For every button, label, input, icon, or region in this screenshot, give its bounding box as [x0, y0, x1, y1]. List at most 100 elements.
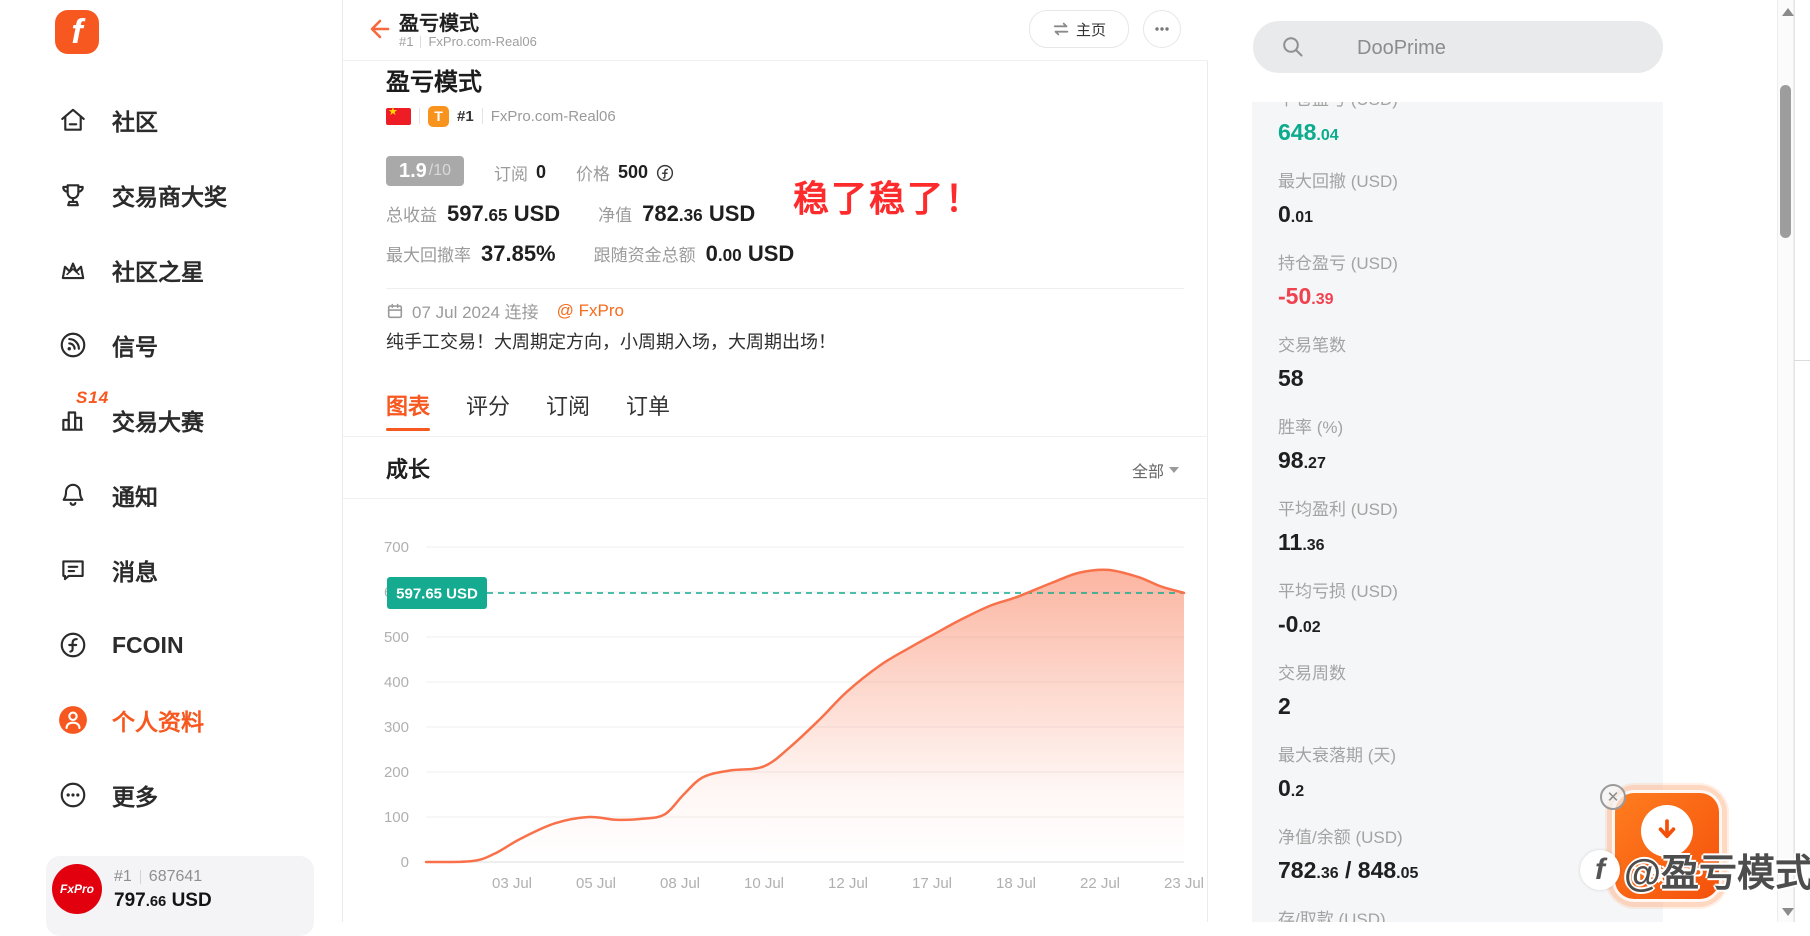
stat-value: 58 — [1278, 365, 1304, 391]
tab-rating[interactable]: 评分 — [466, 389, 510, 421]
more-icon — [58, 780, 88, 810]
stat-value: -0.02 — [1278, 611, 1321, 637]
sidebar-item-trading-contest[interactable]: 交易大赛 — [0, 403, 342, 437]
sidebar-item-fcoin[interactable]: FCOIN — [0, 628, 342, 662]
close-icon[interactable]: ✕ — [1600, 784, 1626, 810]
active-tab-underline — [386, 428, 430, 431]
stat-label: 最大回撤 (USD) — [1278, 172, 1398, 191]
signal-icon — [58, 330, 88, 360]
scrollbar-thumb[interactable] — [1780, 85, 1791, 238]
total-profit-label: 总收益 — [386, 206, 437, 225]
profile-rank: #1 — [457, 107, 474, 125]
calendar-icon — [387, 303, 403, 318]
followme-logo-icon[interactable]: f — [55, 10, 99, 54]
sidebar-item-notifications[interactable]: 通知 — [0, 478, 342, 512]
stat-value: 98.27 — [1278, 447, 1326, 473]
divider — [139, 870, 141, 884]
sidebar-item-more[interactable]: 更多 — [0, 778, 342, 812]
right-panel: 平仓盈亏 (USD) 648.04 最大回撤 (USD) 0.01 持仓盈亏 (… — [1208, 0, 1810, 922]
user-rank-id: #1 687641 — [114, 868, 202, 886]
stat-label: 平均盈利 (USD) — [1278, 500, 1398, 519]
divider — [386, 288, 1184, 289]
broker-link[interactable]: @ FxPro — [557, 301, 624, 321]
header-account: FxPro.com-Real06 — [428, 34, 537, 49]
svg-text:700: 700 — [384, 539, 409, 556]
watermark: f @盈亏模式 — [1580, 842, 1810, 897]
sidebar-item-community[interactable]: 社区 — [0, 103, 342, 137]
scrollbar-down-arrow[interactable] — [1782, 908, 1794, 916]
message-icon — [58, 555, 88, 585]
tab-bar: 图表 评分 订阅 订单 — [386, 389, 670, 421]
divider — [420, 35, 422, 48]
followme-logo-icon: f — [1580, 849, 1620, 890]
go-home-button[interactable]: 主页 — [1029, 10, 1129, 48]
sidebar-item-broker-awards[interactable]: 交易商大奖 — [0, 178, 342, 212]
svg-text:500: 500 — [384, 629, 409, 646]
crown-icon — [58, 255, 88, 285]
scrollbar-up-arrow[interactable] — [1782, 8, 1794, 16]
tab-orders[interactable]: 订单 — [626, 389, 670, 421]
svg-text:12 Jul: 12 Jul — [828, 875, 868, 892]
svg-text:23 Jul: 23 Jul — [1164, 875, 1204, 892]
current-user-card[interactable]: FxPro #1 687641 797.66 USD — [46, 856, 314, 936]
sidebar-item-label: FCOIN — [112, 631, 184, 658]
max-drawdown-label: 最大回撤率 — [386, 246, 471, 265]
stat-row: 平均亏损 (USD) -0.02 — [1278, 582, 1637, 644]
profit-equity-row: 总收益 597.65 USD 净值 782.36 USD — [386, 201, 755, 227]
connect-date: 07 Jul 2024 连接 — [412, 303, 539, 322]
stat-row: 持仓盈亏 (USD) -50.39 — [1278, 254, 1637, 316]
growth-section-title: 成长 — [386, 457, 431, 482]
stat-value: 0.01 — [1278, 201, 1314, 227]
back-button[interactable] — [363, 14, 393, 44]
score-badge: 1.9/10 — [386, 156, 464, 186]
sidebar-item-messages[interactable]: 消息 — [0, 553, 342, 587]
svg-text:597.65 USD: 597.65 USD — [396, 586, 478, 603]
svg-text:18 Jul: 18 Jul — [996, 875, 1036, 892]
bell-icon — [58, 480, 88, 510]
connect-date-row: 07 Jul 2024 连接 @ FxPro — [386, 298, 624, 323]
tab-chart[interactable]: 图表 — [386, 389, 430, 421]
home-icon — [58, 105, 88, 135]
chart-range-filter[interactable]: 全部 — [1132, 458, 1179, 482]
sidebar-item-signals[interactable]: 信号 — [0, 328, 342, 362]
sidebar-item-label: 个人资料 — [112, 709, 204, 735]
svg-text:400: 400 — [384, 674, 409, 691]
divider — [419, 108, 420, 124]
svg-text:0: 0 — [401, 854, 409, 871]
stat-row: 最大衰落期 (天) 0.2 — [1278, 746, 1637, 808]
sidebar-item-label: 更多 — [112, 784, 158, 810]
sidebar-item-community-stars[interactable]: 社区之星 — [0, 253, 342, 287]
more-options-button[interactable] — [1143, 10, 1181, 48]
sidebar-item-profile[interactable]: 个人资料 — [0, 703, 342, 737]
avatar: FxPro — [52, 864, 102, 914]
svg-text:10 Jul: 10 Jul — [744, 875, 784, 892]
profile-name: 盈亏模式 — [386, 69, 482, 96]
search-input[interactable] — [1355, 21, 1639, 75]
price-value: 500 — [618, 162, 649, 182]
svg-text:100: 100 — [384, 809, 409, 826]
svg-text:200: 200 — [384, 764, 409, 781]
search-icon — [1283, 37, 1303, 57]
search-box[interactable] — [1253, 21, 1663, 75]
growth-area-chart[interactable]: 700600500400300200100003 Jul05 Jul08 Jul… — [343, 500, 1209, 922]
user-balance: 797.66 USD — [114, 890, 212, 911]
tab-subscription[interactable]: 订阅 — [546, 389, 590, 421]
sidebar: f 社区 交易商大奖 社区之星 信号 交易大赛 S14 通知 消息 FCOIN … — [0, 0, 342, 936]
stat-label: 胜率 (%) — [1278, 418, 1344, 437]
contest-bars-icon — [58, 405, 88, 435]
svg-text:05 Jul: 05 Jul — [576, 875, 616, 892]
equity-label: 净值 — [598, 206, 633, 225]
trader-badge-icon: T — [428, 105, 449, 127]
divider — [1794, 360, 1810, 361]
go-home-label: 主页 — [1075, 21, 1106, 39]
stat-value: 2 — [1278, 693, 1291, 719]
subscribe-value: 0 — [536, 162, 547, 182]
stat-label: 交易周数 — [1278, 664, 1346, 683]
stat-row: 存/取款 (USD) 200.01 / 0.00 — [1278, 910, 1637, 922]
divider — [343, 498, 1209, 499]
sidebar-item-label: 通知 — [112, 484, 158, 510]
stat-label: 持仓盈亏 (USD) — [1278, 254, 1398, 273]
transfer-icon — [1053, 22, 1069, 36]
stat-label: 平仓盈亏 (USD) — [1278, 102, 1637, 110]
fcoin-icon — [58, 630, 88, 660]
